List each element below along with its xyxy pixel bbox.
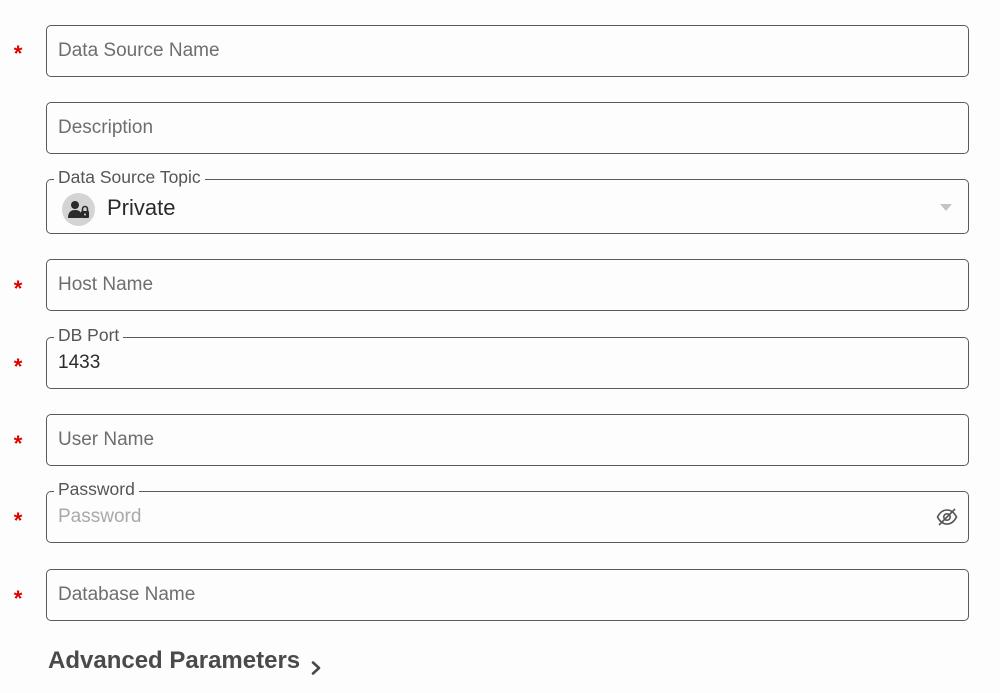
required-marker: * [13,586,23,611]
host-name-field[interactable] [46,259,969,311]
user-name-field[interactable] [46,414,969,466]
database-name-field[interactable] [46,569,969,621]
required-marker: * [13,354,23,379]
description-field[interactable] [46,102,969,154]
data-source-topic-value: Private [107,195,176,220]
data-source-name-input[interactable] [58,26,918,76]
user-name-input[interactable] [58,415,918,465]
advanced-parameters-label: Advanced Parameters [48,647,301,674]
required-marker: * [13,431,23,456]
database-name-input[interactable] [58,570,918,620]
data-source-topic-label: Data Source Topic [54,166,205,188]
password-input[interactable] [58,492,918,542]
host-name-input[interactable] [58,260,918,310]
password-field[interactable]: Password [46,478,969,543]
required-marker: * [13,41,23,66]
dropdown-caret-icon [940,204,952,211]
required-marker: * [13,276,23,301]
advanced-parameters-toggle[interactable]: Advanced Parameters [48,647,322,675]
data-source-topic-select[interactable]: Data Source Topic Private [46,166,969,234]
eye-slash-icon[interactable] [936,507,958,527]
data-source-form: * Data Source Topic Private * * DB Port [0,0,1000,693]
chevron-right-icon [310,654,322,675]
data-source-name-field[interactable] [46,25,969,77]
description-input[interactable] [58,103,918,153]
db-port-field[interactable]: DB Port [46,324,969,389]
private-user-lock-icon [62,193,95,226]
required-marker: * [13,508,23,533]
db-port-input[interactable] [58,338,918,388]
